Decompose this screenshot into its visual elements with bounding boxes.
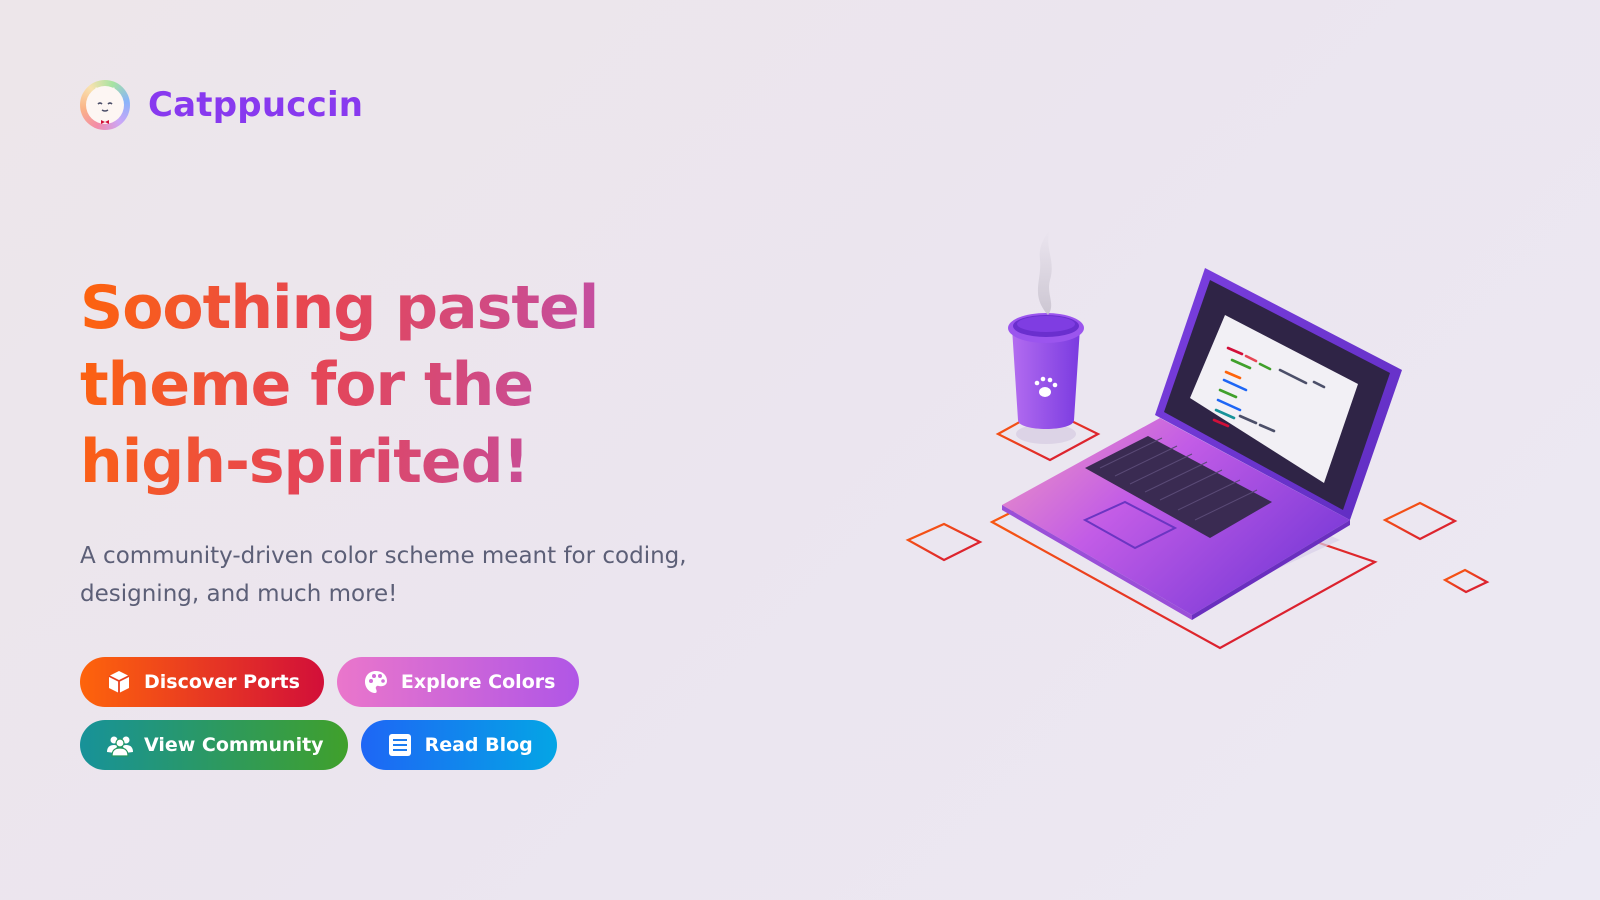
headline-line-1: Soothing pastel <box>80 273 599 343</box>
view-community-button[interactable]: View Community <box>80 720 348 770</box>
steam <box>1037 230 1052 315</box>
people-icon <box>106 732 133 758</box>
diamond-outline-left <box>905 522 983 562</box>
package-icon <box>106 669 132 695</box>
coffee-cup-icon <box>1008 230 1084 444</box>
hero-buttons: Discover Ports Explore Colors View Commu… <box>80 657 600 770</box>
discover-ports-label: Discover Ports <box>144 671 300 693</box>
palette-icon <box>363 669 389 695</box>
headline-line-2: theme for the <box>80 350 534 420</box>
explore-colors-label: Explore Colors <box>400 671 556 693</box>
document-icon <box>387 732 413 758</box>
view-community-label: View Community <box>144 734 324 756</box>
cat-logo-icon <box>80 80 130 130</box>
diamond-outline-small <box>1442 568 1490 594</box>
read-blog-label: Read Blog <box>424 734 533 756</box>
brand-logo-link[interactable]: Catppuccin <box>80 80 363 130</box>
explore-colors-button[interactable]: Explore Colors <box>336 657 580 707</box>
read-blog-button[interactable]: Read Blog <box>360 720 557 770</box>
diamond-outline-right <box>1382 501 1458 541</box>
hero-illustration <box>880 220 1500 680</box>
hero-headline: Soothing pastel theme for the high-spiri… <box>80 270 740 501</box>
brand-name: Catppuccin <box>148 85 364 125</box>
headline-line-3: high-spirited! <box>80 427 529 497</box>
discover-ports-button[interactable]: Discover Ports <box>80 657 324 707</box>
hero-tagline: A community-driven color scheme meant fo… <box>80 543 687 607</box>
